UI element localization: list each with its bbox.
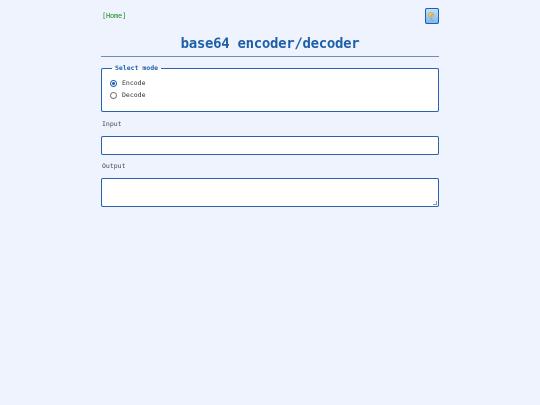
input-field[interactable] bbox=[101, 136, 439, 155]
page-title: base64 encoder/decoder bbox=[180, 36, 360, 52]
title-divider bbox=[101, 56, 439, 57]
mode-fieldset: Select mode Encode Decode bbox=[101, 64, 439, 112]
output-label: Output bbox=[102, 162, 126, 170]
resize-handle[interactable] bbox=[433, 201, 437, 205]
encode-radio-label: Encode bbox=[122, 79, 146, 87]
page: [Home] base64 encoder/decoder Select mod… bbox=[0, 0, 540, 405]
mode-option-encode[interactable]: Encode bbox=[110, 77, 438, 89]
theme-toggle-button[interactable] bbox=[425, 8, 439, 24]
output-textarea[interactable] bbox=[101, 178, 439, 207]
encode-radio[interactable] bbox=[110, 79, 117, 87]
input-label: Input bbox=[102, 120, 122, 128]
decode-radio[interactable] bbox=[110, 91, 117, 99]
decode-radio-label: Decode bbox=[122, 91, 146, 99]
sun-moon-icon bbox=[428, 12, 434, 21]
home-link[interactable]: [Home] bbox=[102, 12, 126, 20]
mode-option-decode[interactable]: Decode bbox=[110, 89, 438, 101]
mode-legend: Select mode bbox=[115, 64, 159, 72]
